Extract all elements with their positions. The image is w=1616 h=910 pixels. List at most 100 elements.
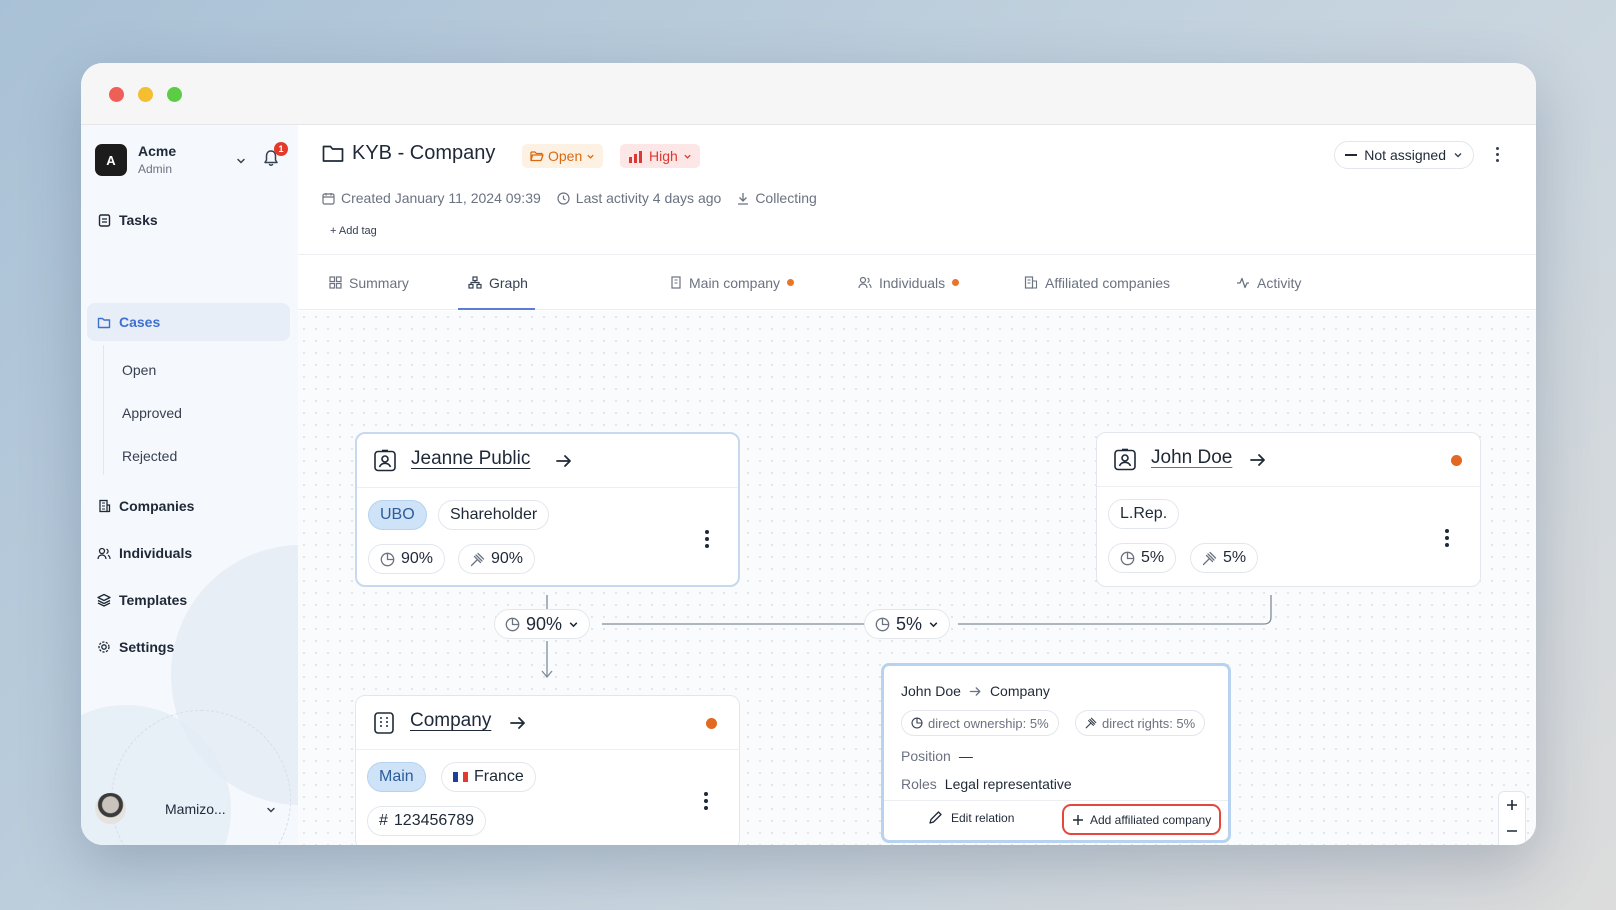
alert-dot: [706, 718, 717, 729]
alert-dot: [1451, 455, 1462, 466]
grid-icon: [329, 276, 342, 289]
edge-ownership-pill[interactable]: 5%: [864, 609, 951, 639]
node-header: Jeanne Public: [357, 434, 738, 488]
node-more-icon[interactable]: [705, 530, 709, 548]
avatar: [95, 793, 126, 824]
org-role: Admin: [138, 162, 173, 176]
pie-chart-icon: [505, 617, 520, 631]
nav-item-tasks[interactable]: Tasks: [87, 201, 290, 239]
building-icon: [97, 499, 111, 513]
pie-chart-icon: [875, 617, 890, 631]
ownership-chip: 90%: [368, 544, 446, 574]
voting-rights-chip: 5%: [1190, 543, 1259, 573]
person-card-icon: [374, 449, 396, 472]
node-company[interactable]: Company Main France # 123456789: [355, 695, 740, 845]
folder-open-icon: [530, 151, 544, 162]
org-switcher[interactable]: A Acme Admin: [95, 141, 290, 181]
folder-icon: [322, 145, 344, 162]
edit-relation-button[interactable]: Edit relation: [928, 810, 1014, 825]
edge-ownership-pill[interactable]: 90%: [494, 609, 591, 639]
node-title-link[interactable]: Jeanne Public: [411, 448, 530, 470]
nav-label: Templates: [119, 592, 188, 608]
chevron-down-icon: [587, 154, 594, 159]
pie-chart-icon: [1120, 551, 1135, 565]
arrow-right-icon[interactable]: [509, 714, 527, 732]
edge-john-to-company: [958, 595, 1272, 625]
nav-label: Individuals: [119, 545, 193, 561]
nav-item-cases[interactable]: Cases: [87, 303, 290, 341]
node-more-icon[interactable]: [1445, 529, 1449, 547]
ownership-chip: 5%: [1108, 543, 1177, 573]
sub-item-rejected[interactable]: Rejected: [122, 448, 177, 464]
relation-position-row: Position —: [901, 748, 973, 764]
chevron-down-icon[interactable]: [265, 804, 277, 816]
status-badge[interactable]: Open: [522, 144, 604, 168]
arrow-right-icon: [969, 686, 981, 696]
graph-canvas[interactable]: Jeanne Public UBO Shareholder 90% 90% Jo…: [298, 311, 1536, 845]
folder-icon: [97, 315, 111, 329]
chevron-down-icon: [1454, 153, 1462, 158]
tab-graph[interactable]: Graph: [468, 255, 528, 310]
direct-rights-chip: direct rights: 5%: [1075, 710, 1206, 736]
registration-number-chip: # 123456789: [367, 806, 486, 836]
sub-item-open[interactable]: Open: [122, 362, 156, 378]
tab-affiliated-companies[interactable]: Affiliated companies: [1024, 255, 1170, 310]
node-title-link[interactable]: Company: [410, 710, 491, 732]
nav-label: Settings: [119, 639, 175, 655]
fit-view-button[interactable]: [1499, 844, 1525, 845]
nav-item-individuals[interactable]: Individuals: [87, 534, 290, 572]
zoom-controls: [1498, 791, 1526, 845]
gavel-icon: [470, 552, 485, 566]
sub-item-approved[interactable]: Approved: [122, 405, 182, 421]
pencil-icon: [929, 811, 942, 824]
app-window: A Acme Admin 1 Tasks Cases Open Approved…: [81, 63, 1536, 845]
node-title-link[interactable]: John Doe: [1151, 447, 1232, 469]
node-john-doe[interactable]: John Doe L.Rep. 5% 5%: [1096, 432, 1481, 587]
notification-badge: 1: [274, 142, 288, 156]
zoom-out-button[interactable]: [1499, 818, 1525, 844]
tab-main-company[interactable]: Main company: [670, 255, 795, 310]
nav-label: Cases: [119, 314, 161, 330]
node-more-icon[interactable]: [704, 792, 708, 810]
case-meta: Created January 11, 2024 09:39 Last acti…: [322, 190, 817, 206]
add-affiliated-company-button[interactable]: Add affiliated company: [1062, 804, 1222, 835]
nav-item-companies[interactable]: Companies: [87, 487, 290, 525]
pie-chart-icon: [380, 552, 395, 566]
zoom-in-button[interactable]: [1499, 792, 1525, 818]
case-header: KYB - Company Open High Created January …: [298, 125, 1536, 255]
gavel-icon: [1202, 551, 1217, 565]
node-header: John Doe: [1097, 433, 1480, 487]
tab-alert-dot: [787, 279, 795, 286]
subnav-line: [103, 345, 104, 475]
org-name: Acme: [138, 143, 177, 159]
building-icon: [671, 276, 681, 289]
buildings-icon: [1024, 276, 1038, 289]
tab-individuals[interactable]: Individuals: [858, 255, 960, 310]
activity-icon: [1237, 277, 1249, 288]
assignee-select[interactable]: Not assigned: [1334, 141, 1474, 169]
nav-label: Tasks: [119, 212, 158, 228]
risk-badge[interactable]: High: [620, 144, 700, 168]
close-window-button[interactable]: [109, 87, 124, 102]
nav-item-settings[interactable]: Settings: [87, 628, 290, 666]
nav-label: Companies: [119, 498, 195, 514]
chevron-down-icon: [569, 621, 578, 627]
arrow-right-icon[interactable]: [555, 452, 573, 470]
maximize-window-button[interactable]: [167, 87, 182, 102]
risk-label: High: [649, 148, 678, 164]
node-jeanne-public[interactable]: Jeanne Public UBO Shareholder 90% 90%: [355, 432, 740, 587]
arrow-right-icon[interactable]: [1249, 451, 1267, 469]
chevron-down-icon[interactable]: [235, 155, 247, 167]
add-tag-button[interactable]: + Add tag: [330, 225, 377, 237]
tab-summary[interactable]: Summary: [329, 255, 409, 310]
nav-item-templates[interactable]: Templates: [87, 581, 290, 619]
case-state: Collecting: [737, 190, 817, 206]
more-options-icon[interactable]: [1496, 147, 1500, 162]
user-menu[interactable]: Mamizo...: [95, 793, 290, 827]
layers-icon: [97, 593, 111, 607]
tab-bar: Summary Graph Main company Individuals A…: [298, 255, 1536, 310]
minimize-window-button[interactable]: [138, 87, 153, 102]
graph-icon: [468, 276, 482, 289]
hash-icon: #: [379, 812, 388, 829]
tab-activity[interactable]: Activity: [1236, 255, 1301, 310]
